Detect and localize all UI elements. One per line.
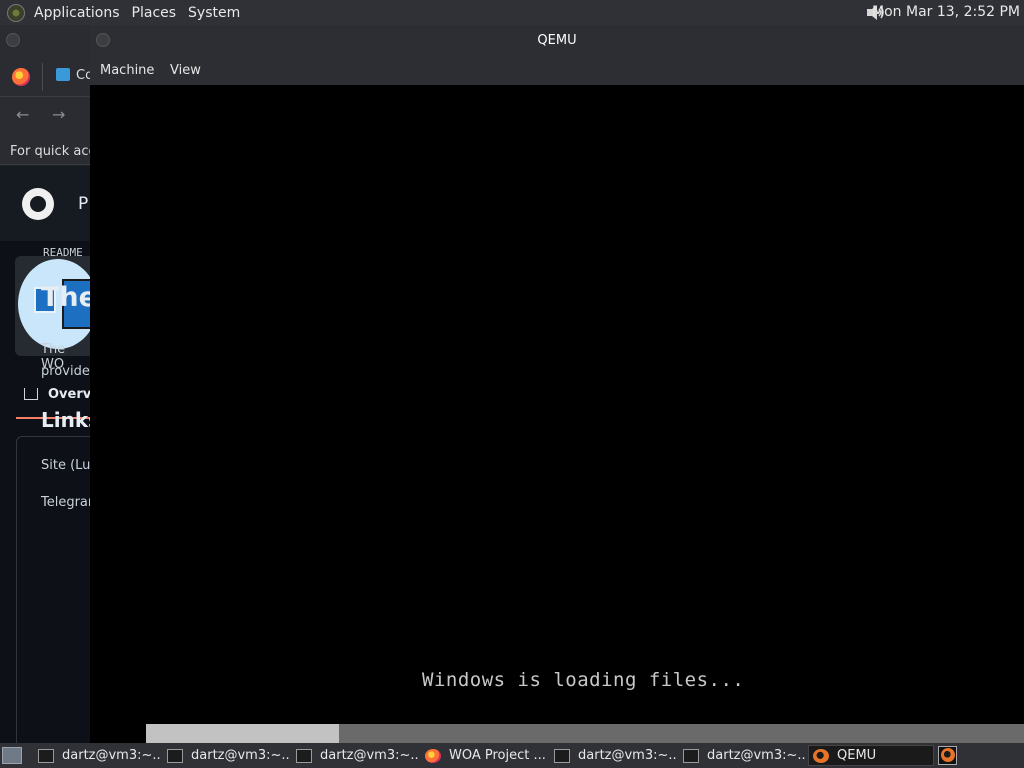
taskbar: dartz@vm3:~... dartz@vm3:~... dartz@vm3:… xyxy=(0,743,1024,768)
taskbar-item-terminal[interactable]: dartz@vm3:~... xyxy=(683,745,807,766)
browser-navbar: ← → xyxy=(0,97,92,133)
monitor-icon xyxy=(56,68,70,81)
repo-content: Overvi xyxy=(0,241,92,743)
firefox-icon xyxy=(425,748,441,763)
readme-heading: The xyxy=(41,282,92,313)
browser-tabbar: Co xyxy=(0,57,92,97)
forward-arrow-icon[interactable]: → xyxy=(52,105,65,124)
readme-label[interactable]: README xyxy=(43,246,83,259)
tab-overview[interactable]: Overvi xyxy=(48,387,92,402)
clock[interactable]: Mon Mar 13, 2:52 PM xyxy=(872,4,1020,20)
qemu-icon xyxy=(941,748,955,762)
github-header-title[interactable]: P xyxy=(78,194,88,214)
taskbar-item-label: dartz@vm3:~... xyxy=(320,748,420,763)
scrollbar-thumb[interactable] xyxy=(146,724,339,743)
taskbar-item-terminal[interactable]: dartz@vm3:~... xyxy=(554,745,678,766)
terminal-icon xyxy=(683,748,699,763)
qemu-window: QEMU Machine View Windows is loading fil… xyxy=(90,25,1024,743)
taskbar-item-label: dartz@vm3:~... xyxy=(707,748,807,763)
view-menu[interactable]: View xyxy=(170,63,201,78)
github-icon[interactable] xyxy=(22,188,54,220)
terminal-icon xyxy=(296,748,312,763)
readme-link[interactable]: Site (Lu xyxy=(41,458,90,473)
back-arrow-icon[interactable]: ← xyxy=(16,105,29,124)
browser-titlebar xyxy=(0,25,92,57)
terminal-icon xyxy=(554,748,570,763)
top-panel: Applications Places System Mon Mar 13, 2… xyxy=(0,0,1024,25)
gnome-foot-icon[interactable] xyxy=(7,3,25,22)
readme-paragraph-line: provide xyxy=(41,364,90,379)
machine-menu[interactable]: Machine xyxy=(100,63,154,78)
readme-panel xyxy=(16,436,92,743)
bookmarks-bar: For quick acce xyxy=(0,133,92,165)
applications-menu[interactable]: Applications xyxy=(28,5,126,21)
qemu-titlebar[interactable]: QEMU xyxy=(90,25,1024,57)
github-header: P xyxy=(0,166,92,241)
places-menu[interactable]: Places xyxy=(126,5,183,21)
taskbar-item-label: dartz@vm3:~... xyxy=(191,748,291,763)
show-desktop-icon[interactable] xyxy=(2,747,22,764)
readme-link[interactable]: Telegrar xyxy=(41,495,92,510)
taskbar-item-firefox[interactable]: WOA Project ... xyxy=(425,745,549,766)
window-close-button[interactable] xyxy=(6,33,20,47)
taskbar-item-label: QEMU xyxy=(837,748,877,763)
window-title: QEMU xyxy=(537,33,577,48)
guest-display[interactable]: Windows is loading files... xyxy=(90,85,1024,724)
taskbar-item-terminal[interactable]: dartz@vm3:~... xyxy=(167,745,291,766)
home-icon xyxy=(24,388,38,400)
qemu-icon xyxy=(813,748,829,763)
taskbar-item-qemu[interactable]: QEMU xyxy=(808,745,934,766)
tab-divider xyxy=(42,63,43,91)
boot-status-text: Windows is loading files... xyxy=(422,669,745,691)
taskbar-item-label: dartz@vm3:~... xyxy=(578,748,678,763)
qemu-menubar: Machine View xyxy=(90,57,1024,85)
firefox-icon[interactable] xyxy=(12,68,30,86)
browser-window: Co ← → For quick acce P Overvi README Th… xyxy=(0,25,92,743)
terminal-icon xyxy=(38,748,54,763)
taskbar-item-terminal[interactable]: dartz@vm3:~... xyxy=(38,745,162,766)
horizontal-scrollbar[interactable] xyxy=(146,724,1024,743)
taskbar-item-label: WOA Project ... xyxy=(449,748,546,763)
taskbar-item-label: dartz@vm3:~... xyxy=(62,748,162,763)
taskbar-item-terminal[interactable]: dartz@vm3:~... xyxy=(296,745,420,766)
system-menu[interactable]: System xyxy=(182,5,246,21)
links-heading: Links xyxy=(41,408,92,432)
terminal-icon xyxy=(167,748,183,763)
